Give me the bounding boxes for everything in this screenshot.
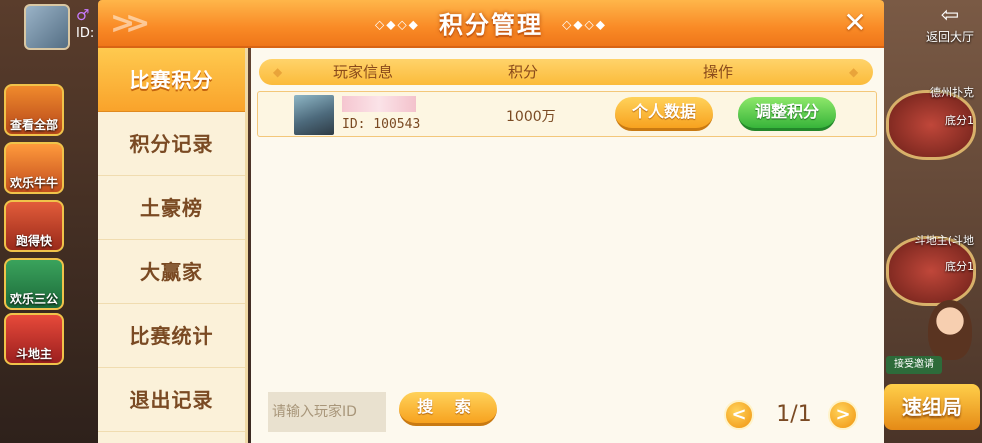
column-header-actions: 操作: [703, 63, 734, 81]
title-deco-right: ◇◆◇◆: [562, 17, 608, 32]
adjust-score-button[interactable]: 调整积分: [738, 97, 836, 131]
sidebar-item-score-records[interactable]: 积分记录: [98, 112, 245, 176]
personal-data-button[interactable]: 个人数据: [615, 97, 713, 131]
header-deco-icon: ◆: [849, 65, 859, 79]
game-label: 欢乐三公: [9, 292, 58, 306]
content-area: ◆ 玩家信息 积分 操作 ◆ ID: 100543 1000万 个人数据 调整积…: [251, 48, 884, 443]
player-name-redacted: [342, 96, 416, 112]
sidebar-item-match-score[interactable]: 比赛积分: [98, 48, 245, 112]
sidebar-item-big-winner[interactable]: 大赢家: [98, 240, 245, 304]
sidebar-item-match-stats[interactable]: 比赛统计: [98, 304, 245, 368]
game-icon-sangong[interactable]: 欢乐三公: [4, 258, 64, 310]
back-label: 返回大厅: [925, 30, 974, 44]
dialog-header: >> ◇◆◇◆ 积分管理 ◇◆◇◆ ✕: [98, 0, 884, 48]
back-arrow-icon: ⇦: [940, 3, 960, 28]
close-icon[interactable]: ✕: [840, 8, 870, 38]
next-page-icon[interactable]: >: [828, 400, 858, 430]
game-label: 欢乐牛牛: [9, 176, 58, 190]
title-wrap: ◇◆◇◆ 积分管理 ◇◆◇◆: [98, 0, 884, 48]
game-icon-niuniu[interactable]: 欢乐牛牛: [4, 142, 64, 194]
game-icon-doudizhu[interactable]: 斗地主: [4, 313, 64, 365]
dialog-title: 积分管理: [439, 10, 543, 39]
user-id-label: ID:: [76, 26, 95, 41]
hostess-character: [928, 300, 972, 360]
back-to-lobby-button[interactable]: ⇦ 返回大厅: [922, 4, 978, 48]
search-button[interactable]: 搜 索: [399, 392, 497, 426]
prev-page-icon[interactable]: <: [724, 400, 754, 430]
lobby-right-panel: [882, 0, 982, 443]
column-header-player: 玩家信息: [333, 63, 394, 81]
player-id-search-input[interactable]: [268, 392, 386, 432]
game-label: 跑得快: [15, 234, 52, 248]
table-name: 斗地主(斗地: [914, 234, 974, 247]
header-deco-icon: ◆: [273, 65, 283, 79]
title-deco-left: ◇◆◇◆: [374, 17, 420, 32]
game-label: 斗地主: [15, 347, 52, 361]
player-score: 1000万: [506, 109, 556, 125]
player-id: ID: 100543: [342, 117, 421, 132]
sidebar-item-exit-records[interactable]: 退出记录: [98, 368, 245, 432]
game-icon-view-all[interactable]: 查看全部: [4, 84, 64, 136]
table-name: 德州扑克: [930, 86, 974, 99]
sidebar-item-rich-list[interactable]: 土豪榜: [98, 176, 245, 240]
table-row: ID: 100543 1000万 个人数据 调整积分: [257, 91, 877, 137]
table-base: 底分1: [945, 260, 974, 273]
score-management-dialog: >> ◇◆◇◆ 积分管理 ◇◆◇◆ ✕ 比赛积分 积分记录 土豪榜 大赢家 比赛…: [98, 0, 884, 443]
game-icon-paodekuai[interactable]: 跑得快: [4, 200, 64, 252]
sidebar: 比赛积分 积分记录 土豪榜 大赢家 比赛统计 退出记录: [98, 48, 248, 443]
accept-invite-button[interactable]: 接受邀请: [886, 356, 942, 374]
table-base: 底分1: [945, 114, 974, 127]
table-header: ◆ 玩家信息 积分 操作 ◆: [259, 59, 873, 85]
quick-match-button[interactable]: 速组局: [884, 384, 980, 430]
gender-icon: ♂: [76, 6, 90, 24]
page-indicator: 1/1: [776, 402, 812, 427]
player-avatar: [294, 95, 334, 135]
user-avatar[interactable]: [24, 4, 70, 50]
column-header-score: 积分: [508, 63, 539, 81]
game-label: 查看全部: [9, 118, 58, 132]
